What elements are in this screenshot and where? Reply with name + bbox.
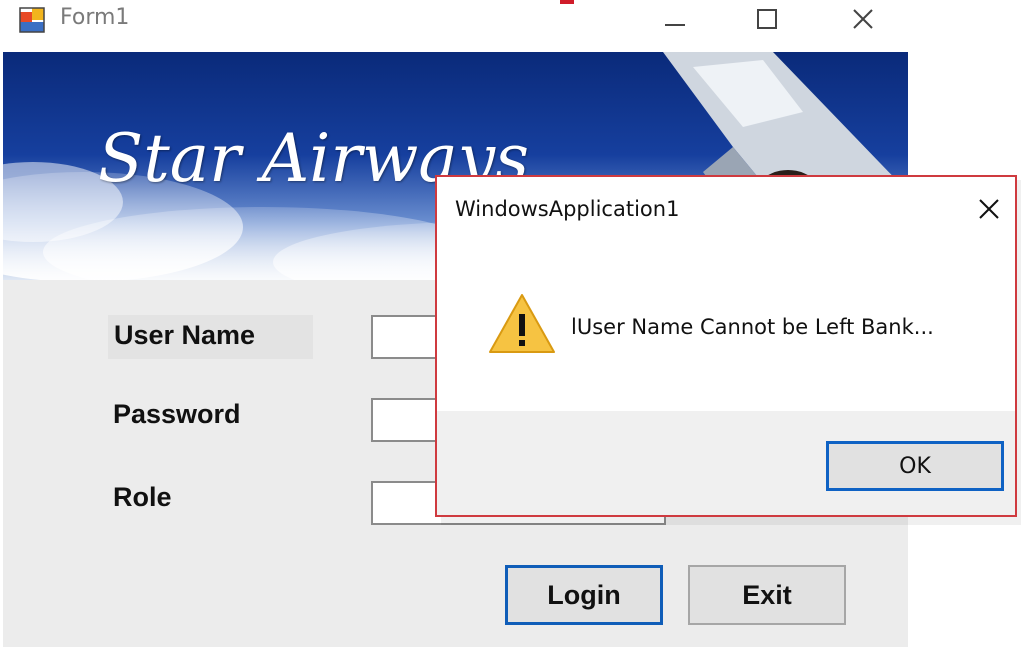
window-titlebar: Form1: [0, 0, 1024, 40]
app-icon[interactable]: [18, 6, 46, 34]
minimize-icon: [665, 24, 685, 26]
dialog-title: WindowsApplication1: [455, 197, 680, 221]
background-window-edge: [560, 0, 574, 4]
message-box: WindowsApplication1 lUser Name Cannot be…: [435, 175, 1017, 517]
login-button[interactable]: Login: [505, 565, 663, 625]
window-title: Form1: [60, 5, 130, 30]
dialog-close-button[interactable]: [971, 191, 1007, 227]
ok-button[interactable]: OK: [826, 441, 1004, 491]
maximize-icon: [757, 9, 777, 29]
warning-icon: [489, 294, 555, 353]
maximize-button[interactable]: [722, 0, 812, 38]
close-button[interactable]: [818, 0, 908, 38]
exit-button[interactable]: Exit: [688, 565, 846, 625]
close-icon: [979, 199, 999, 219]
minimize-button[interactable]: [630, 0, 720, 38]
user-name-label: User Name: [108, 315, 313, 359]
password-label: Password: [113, 399, 241, 429]
dialog-message: lUser Name Cannot be Left Bank...: [571, 315, 934, 339]
close-icon: [853, 9, 873, 29]
role-label: Role: [113, 482, 172, 512]
